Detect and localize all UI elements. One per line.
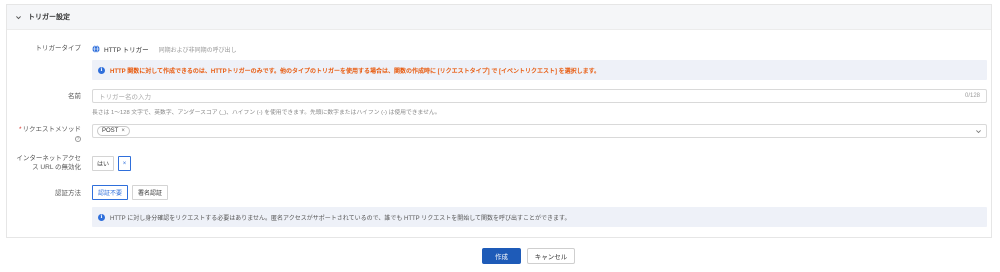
internet-access-label: インターネットアクセ ス URL の無効化	[16, 154, 81, 172]
internet-access-yes[interactable]: はい	[92, 156, 115, 171]
internet-access-no[interactable]: ×	[118, 156, 132, 171]
auth-toggle: 認証不要 署名認証	[92, 185, 168, 200]
trigger-type-name: HTTP トリガー	[104, 47, 149, 54]
internet-access-label-line2: ス URL の無効化	[32, 164, 81, 171]
request-method-label-text: リクエストメソッド	[22, 126, 82, 133]
trigger-type-value: HTTP トリガー 同期および非同期の呼び出し	[92, 44, 237, 54]
required-mark: *	[18, 126, 22, 133]
auth-label: 認証方法	[55, 190, 81, 197]
chevron-down-icon[interactable]	[975, 128, 982, 135]
request-method-wrap: POST ×	[92, 124, 987, 138]
auth-none-button[interactable]: 認証不要	[92, 185, 128, 200]
internet-access-label-line1: インターネットアクセ	[16, 155, 81, 162]
trigger-name-placeholder: トリガー名の入力	[99, 94, 151, 101]
internet-access-toggle: はい ×	[92, 156, 132, 171]
close-icon[interactable]: ×	[121, 128, 125, 134]
trigger-type-label: トリガータイプ	[35, 45, 82, 52]
help-icon[interactable]: ?	[75, 136, 81, 142]
info-icon: i	[98, 213, 105, 221]
method-tag-label: POST	[102, 128, 119, 134]
name-hint: 長さは 1～128 文字で、英数字、アンダースコア (_)、ハイフン (-) を…	[92, 110, 441, 116]
auth-signature-button[interactable]: 署名認証	[132, 185, 168, 200]
method-tag: POST ×	[97, 126, 130, 136]
globe-icon	[92, 45, 100, 53]
panel-header[interactable]: トリガー設定	[7, 5, 991, 30]
auth-notice: i HTTP に対し身分確認をリクエストする必要はありません。匿名アクセスがサポ…	[92, 207, 987, 227]
footer-actions: 作成 キャンセル	[0, 248, 1000, 264]
auth-notice-text: HTTP に対し身分確認をリクエストする必要はありません。匿名アクセスがサポート…	[110, 215, 571, 222]
trigger-type-description: 同期および非同期の呼び出し	[158, 47, 237, 54]
name-field-wrap: トリガー名の入力 0/128 長さは 1～128 文字で、英数字、アンダースコア…	[92, 89, 987, 116]
create-button[interactable]: 作成	[482, 248, 521, 264]
trigger-settings-panel: トリガー設定 トリガータイプ HTTP トリガー 同期および非同期の呼び出し i…	[6, 4, 992, 238]
request-method-label: *リクエストメソッド ?	[19, 125, 81, 143]
name-label: 名前	[68, 93, 81, 100]
chevron-down-icon[interactable]	[15, 14, 22, 21]
http-only-notice-text: HTTP 関数に対して作成できるのは、HTTPトリガーのみです。他のタイプのトリ…	[110, 68, 601, 75]
info-icon: i	[98, 66, 105, 74]
cancel-button[interactable]: キャンセル	[527, 248, 575, 264]
http-only-notice: i HTTP 関数に対して作成できるのは、HTTPトリガーのみです。他のタイプの…	[92, 60, 987, 80]
char-counter: 0/128	[964, 93, 980, 99]
panel-title: トリガー設定	[28, 14, 70, 21]
request-method-select[interactable]: POST ×	[92, 124, 987, 138]
trigger-name-input[interactable]: トリガー名の入力 0/128	[92, 89, 987, 103]
